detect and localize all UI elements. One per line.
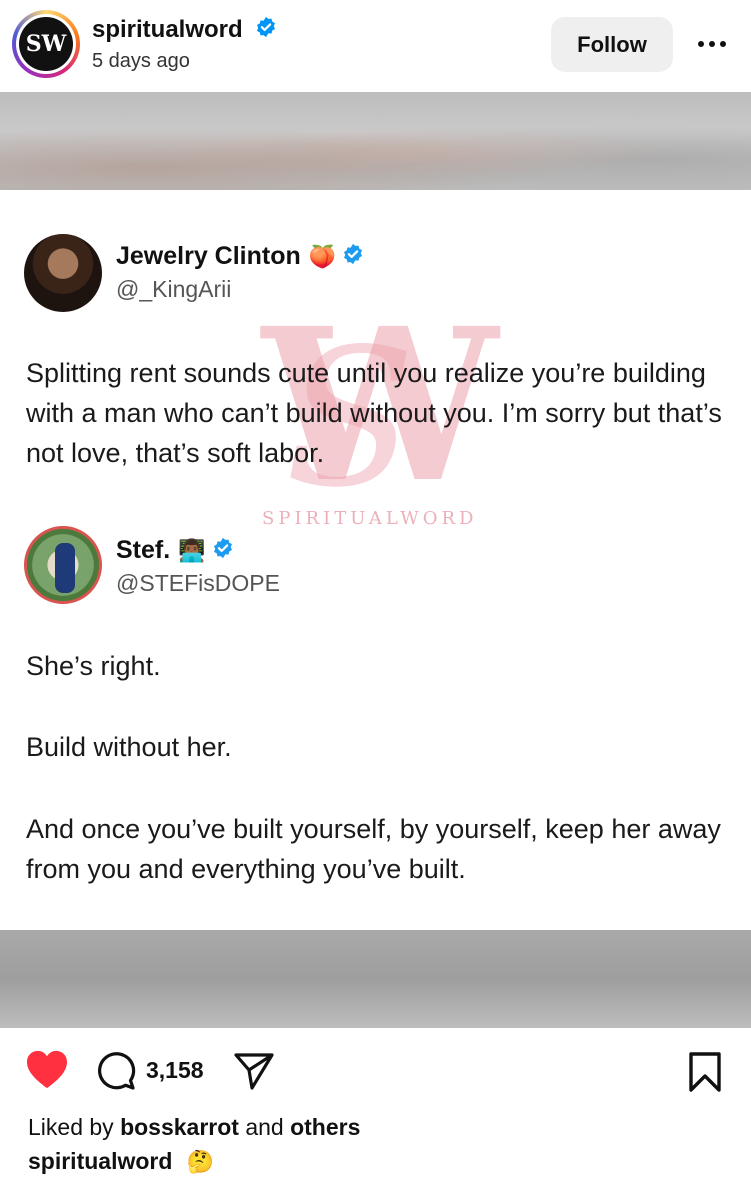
liked-user[interactable]: bosskarrot (120, 1114, 239, 1140)
post-actions: 3,158 Liked by bosskarrot and others spi… (0, 1028, 751, 1200)
heart-icon[interactable] (24, 1048, 70, 1092)
liked-and: and (245, 1114, 284, 1140)
tweet1-handle: @_KingArii (116, 276, 232, 302)
username-text[interactable]: spiritualword (92, 16, 243, 43)
post-time: 5 days ago (92, 50, 190, 72)
tweet2-paragraph: She’s right. (26, 651, 161, 681)
liked-prefix: Liked by (28, 1114, 114, 1140)
follow-button[interactable]: Follow (551, 17, 673, 72)
peach-emoji: 🍑 (308, 244, 337, 270)
technologist-emoji: 👨🏾‍💻 (178, 538, 206, 564)
tweet1-text: Splitting rent sounds cute until you rea… (26, 358, 722, 468)
post-header: SW spiritualword 5 days ago Follow (0, 0, 751, 92)
tweet2-handle: @STEFisDOPE (116, 570, 280, 596)
caption: spiritualword 🤔 (28, 1148, 214, 1175)
watermark-text: SPIRITUALWORD (262, 508, 478, 529)
verified-icon (212, 537, 234, 566)
verified-icon (342, 243, 364, 272)
tweet1-name-text: Jewelry Clinton (116, 242, 301, 270)
tweet2-paragraph: And once you’ve built yourself, by yours… (26, 814, 721, 884)
tweet2-name: Stef. 👨🏾‍💻 (116, 536, 234, 566)
comment-icon[interactable] (96, 1050, 138, 1092)
caption-user[interactable]: spiritualword (28, 1148, 172, 1174)
profile-avatar[interactable]: SW (12, 10, 80, 78)
tweet2-avatar (24, 526, 102, 604)
blurred-background-top (0, 92, 751, 190)
more-icon[interactable] (692, 30, 732, 58)
comment-count: 3,158 (146, 1057, 204, 1083)
avatar-logo: SW (19, 17, 73, 71)
blurred-background-bottom (0, 930, 751, 1028)
tweet1-avatar (24, 234, 102, 312)
save-icon[interactable] (686, 1050, 724, 1094)
verified-icon (255, 16, 277, 45)
username[interactable]: spiritualword (92, 16, 277, 45)
tweet2-name-text: Stef. (116, 536, 171, 564)
liked-others[interactable]: others (290, 1114, 360, 1140)
thinking-emoji: 🤔 (186, 1150, 215, 1176)
tweet1-name: Jewelry Clinton 🍑 (116, 242, 364, 272)
tweet2-paragraph: Build without her. (26, 732, 232, 762)
post-image[interactable]: W S SPIRITUALWORD Jewelry Clinton 🍑 @_Kin… (0, 92, 751, 1028)
likes-summary[interactable]: Liked by bosskarrot and others (28, 1114, 360, 1141)
share-icon[interactable] (232, 1050, 276, 1092)
